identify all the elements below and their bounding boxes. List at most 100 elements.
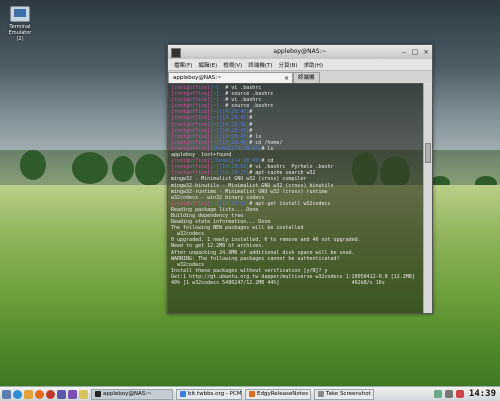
- menu-file[interactable]: 檔案(F): [171, 61, 195, 69]
- line-text: # vi .bashrc: [219, 97, 262, 104]
- system-tray: 14:39: [431, 389, 500, 399]
- line-text: Reading package lists... Done: [171, 206, 259, 213]
- line-text: # apt-get install w32codecs: [249, 200, 331, 207]
- menu-view[interactable]: 檢視(V): [220, 61, 245, 69]
- minimize-icon[interactable]: –: [400, 48, 408, 56]
- clock[interactable]: 14:39: [469, 389, 496, 399]
- terminal-window: appleboy@NAS:~ – □ × 檔案(F) 編輯(E) 檢視(V) 終…: [167, 44, 433, 314]
- scrollbar-thumb[interactable]: [425, 143, 431, 163]
- line-text: w32codecs: [171, 261, 205, 268]
- task-screenshot[interactable]: Take Screenshot: [314, 388, 374, 400]
- computer-icon: [10, 6, 30, 22]
- line-text: # source .bashrc: [219, 103, 274, 110]
- prompt-user: [root@office]: [171, 85, 211, 91]
- menu-terminal[interactable]: 終端機(T): [245, 61, 275, 69]
- line-text: Need to get 12.2MB of archives.: [171, 243, 265, 250]
- app-launcher-icon[interactable]: [57, 389, 66, 399]
- volume-icon[interactable]: [444, 390, 453, 398]
- window-titlebar[interactable]: appleboy@NAS:~ – □ ×: [168, 45, 432, 59]
- terminal-output[interactable]: [root@office][~] # vi .bashrc [root@offic…: [168, 83, 424, 313]
- desktop-icon-label: Terminal Emulator (2): [8, 24, 32, 42]
- prompt-path: [~]: [210, 91, 220, 98]
- line-text: w32codecs - win32 binary codecs: [171, 194, 265, 201]
- line-text: mingw32-binutils - Minimalist GNU w32 (c…: [171, 182, 334, 189]
- pidgin-icon[interactable]: [68, 389, 77, 399]
- prompt-user: [root@office]: [171, 139, 211, 146]
- prompt-path: [~][14:28:42]: [210, 121, 250, 128]
- line-text: The following NEW packages will be insta…: [171, 225, 304, 232]
- line-text: WARNING: The following packages cannot b…: [171, 255, 340, 262]
- line-text: #: [249, 109, 253, 116]
- window-title: appleboy@NAS:~: [273, 48, 327, 55]
- prompt-path: [~][14:28:40]: [210, 109, 250, 116]
- line-text: 40% [1 w32codecs 5480247/12.2MB 44%] 402…: [171, 280, 385, 286]
- prompt-path: [/home][14:28:47]: [210, 145, 262, 152]
- tree: [20, 150, 46, 180]
- help-icon[interactable]: [46, 389, 55, 399]
- firefox-icon: [249, 391, 255, 397]
- line-text: # ls: [249, 133, 262, 140]
- tab-appleboy[interactable]: appleboy@NAS:~ ×: [168, 72, 293, 83]
- terminal-scrollbar[interactable]: [423, 83, 432, 313]
- prompt-path: [~][14:30:07]: [210, 200, 250, 207]
- prompt-user: [root@office]: [171, 170, 211, 177]
- prompt-path: [/home][14:28:48]: [210, 158, 262, 165]
- task-release-notes[interactable]: EdgyReleaseNotes - ...: [245, 388, 311, 400]
- line-text: 0 upgraded, 1 newly installed, 0 to remo…: [171, 237, 361, 244]
- show-desktop-icon[interactable]: [2, 389, 11, 399]
- prompt-path: [~][14:28:55]: [210, 164, 250, 171]
- prompt-user: [root@office]: [171, 91, 211, 98]
- desktop-icon-terminal[interactable]: Terminal Emulator (2): [5, 6, 35, 42]
- prompt-user: [root@office]: [171, 103, 211, 110]
- line-text: mingw32 - Minimalist GNU w32 (cross) com…: [171, 176, 307, 183]
- tab-terminal[interactable]: 終端機: [293, 72, 320, 83]
- line-text: After unpacking 24.9MB of additional dis…: [171, 249, 355, 256]
- line-text: #: [249, 121, 253, 128]
- firefox-icon[interactable]: [35, 389, 44, 399]
- task-terminal[interactable]: appleboy@NAS:~: [91, 388, 173, 400]
- prompt-path: [~]: [210, 85, 220, 91]
- menu-tabs[interactable]: 分頁(B): [275, 61, 300, 69]
- prompt-path: [~]: [210, 97, 220, 104]
- network-icon[interactable]: [433, 390, 442, 398]
- taskbar: appleboy@NAS:~ bit.twbbs.org - PCMa Edgy…: [0, 386, 500, 401]
- prompt-user: [root@office]: [171, 127, 211, 134]
- prompt-user: [root@office]: [171, 145, 211, 152]
- note-icon[interactable]: [79, 389, 88, 399]
- terminal-line: 40% [1 w32codecs 5480247/12.2MB 44%] 402…: [171, 280, 421, 286]
- line-text: # vi .bashrc: [219, 85, 262, 91]
- prompt-user: [root@office]: [171, 158, 211, 165]
- line-text: #: [249, 127, 253, 134]
- menu-edit[interactable]: 編輯(E): [195, 61, 220, 69]
- line-text: #: [249, 115, 253, 122]
- input-method-icon[interactable]: [455, 390, 464, 398]
- line-text: # cd: [261, 158, 274, 165]
- line-text: mingw32-runtime - Minimalist GNU w32 (cr…: [171, 188, 328, 195]
- close-icon[interactable]: ×: [422, 48, 430, 56]
- menu-bar: 檔案(F) 編輯(E) 檢視(V) 終端機(T) 分頁(B) 求助(H): [168, 59, 432, 71]
- line-text: # cd /home/: [249, 139, 283, 146]
- prompt-user: [root@office]: [171, 133, 211, 140]
- terminal-icon: [95, 391, 101, 397]
- prompt-user: [root@office]: [171, 115, 211, 122]
- line-text: # ls: [261, 145, 274, 152]
- prompt-user: [root@office]: [171, 109, 211, 116]
- line-text: appleboy lost+found: [171, 152, 232, 159]
- prompt-path: [~][14:28:43]: [210, 127, 250, 134]
- line-text: # vi .bashrc Pyrhelo .bashr: [249, 164, 334, 171]
- line-text: Building dependency tree: [171, 212, 244, 219]
- mail-icon[interactable]: [24, 389, 33, 399]
- prompt-path: [~][14:28:45]: [210, 133, 250, 140]
- menu-help[interactable]: 求助(H): [301, 61, 326, 69]
- maximize-icon[interactable]: □: [411, 48, 419, 56]
- prompt-path: [~][14:28:41]: [210, 115, 250, 122]
- line-text: Install these packages without verificat…: [171, 267, 328, 274]
- tree: [112, 156, 134, 182]
- prompt-user: [root@office]: [171, 97, 211, 104]
- browser-icon[interactable]: [13, 389, 22, 399]
- tree: [72, 152, 108, 184]
- prompt-user: [root@office]: [171, 164, 211, 171]
- prompt-user: [root@office]: [171, 200, 211, 207]
- task-pcman[interactable]: bit.twbbs.org - PCMa: [176, 388, 242, 400]
- camera-icon: [318, 391, 324, 397]
